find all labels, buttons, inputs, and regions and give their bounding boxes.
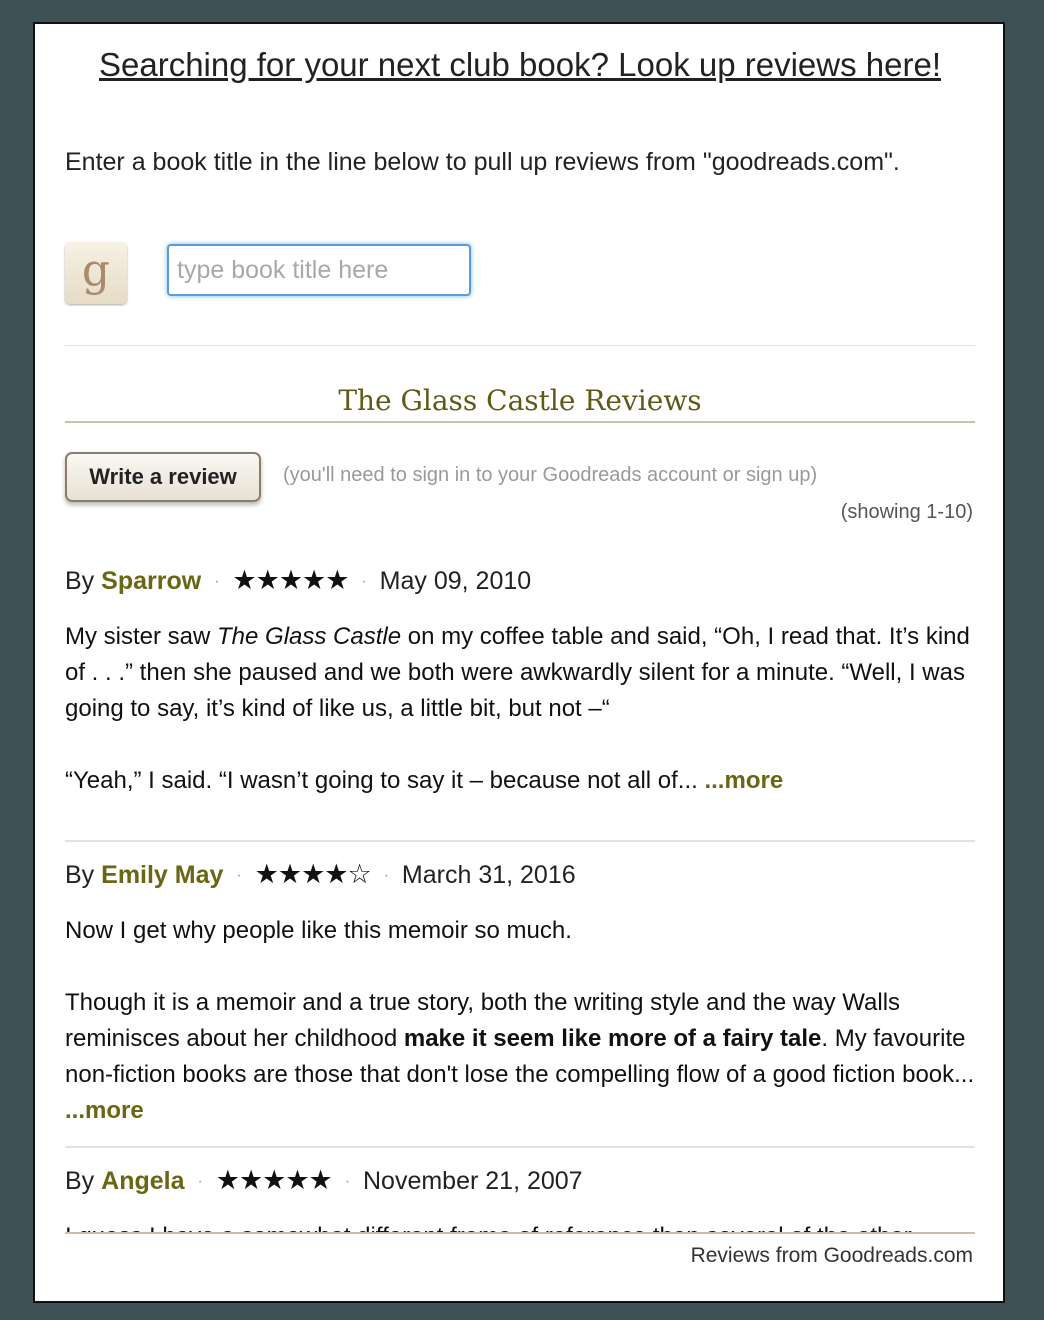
- meta-separator: ·: [383, 867, 389, 884]
- more-link[interactable]: ...more: [65, 1097, 144, 1124]
- star-rating: ★★★★☆: [254, 859, 372, 889]
- signin-note: (you'll need to sign in to your Goodread…: [283, 464, 818, 486]
- star-rating: ★★★★★: [232, 565, 349, 595]
- goodreads-logo-icon: g: [65, 242, 127, 304]
- review-item: By Angela · ★★★★★ · November 21, 2007 I …: [65, 1160, 975, 1232]
- meta-separator: ·: [214, 573, 220, 590]
- reviews-list[interactable]: By Sparrow · ★★★★★ · May 09, 2010 My sis…: [65, 552, 975, 1232]
- review-body: My sister saw The Glass Castle on my cof…: [65, 623, 970, 794]
- write-review-button[interactable]: Write a review: [65, 452, 261, 502]
- reviewer-name-link[interactable]: Sparrow: [101, 567, 201, 595]
- divider: [65, 345, 975, 346]
- meta-separator: ·: [197, 1173, 203, 1190]
- goodreads-credit-link[interactable]: Reviews from Goodreads.com: [691, 1244, 973, 1268]
- review-item: By Sparrow · ★★★★★ · May 09, 2010 My sis…: [65, 560, 975, 799]
- review-meta: By Emily May · ★★★★☆ · March 31, 2016: [65, 854, 975, 899]
- showing-count: (showing 1-10): [840, 501, 973, 523]
- review-item: By Emily May · ★★★★☆ · March 31, 2016 No…: [65, 854, 975, 1129]
- review-body: Now I get why people like this memoir so…: [65, 917, 975, 1124]
- footer-divider: [65, 1232, 975, 1234]
- review-meta: By Sparrow · ★★★★★ · May 09, 2010: [65, 560, 975, 605]
- review-date: March 31, 2016: [401, 861, 576, 889]
- reviews-title: The Glass Castle Reviews: [338, 384, 702, 417]
- review-body: I guess I have a somewhat different fram…: [65, 1219, 975, 1232]
- meta-separator: ·: [344, 1173, 351, 1190]
- reviewer-name-link[interactable]: Emily May: [101, 861, 223, 889]
- review-meta: By Angela · ★★★★★ · November 21, 2007: [65, 1160, 975, 1205]
- page-heading: Searching for your next club book? Look …: [99, 46, 941, 83]
- title-divider: [65, 421, 975, 423]
- star-rating: ★★★★★: [215, 1165, 333, 1195]
- meta-separator: ·: [236, 867, 242, 884]
- svg-text:g: g: [82, 245, 110, 296]
- more-link[interactable]: ...more: [704, 767, 783, 794]
- book-title-search-input[interactable]: [167, 244, 471, 296]
- reviewer-name-link[interactable]: Angela: [101, 1167, 184, 1195]
- review-date: November 21, 2007: [363, 1167, 583, 1195]
- review-by-label: By: [65, 861, 95, 889]
- intro-text: Enter a book title in the line below to …: [65, 148, 900, 176]
- meta-separator: ·: [361, 573, 367, 590]
- widget-panel: Searching for your next club book? Look …: [33, 22, 1005, 1303]
- review-by-label: By: [65, 567, 95, 595]
- review-divider: [65, 1146, 975, 1148]
- review-by-label: By: [65, 1167, 95, 1195]
- review-divider: [65, 840, 975, 842]
- review-date: May 09, 2010: [379, 567, 532, 595]
